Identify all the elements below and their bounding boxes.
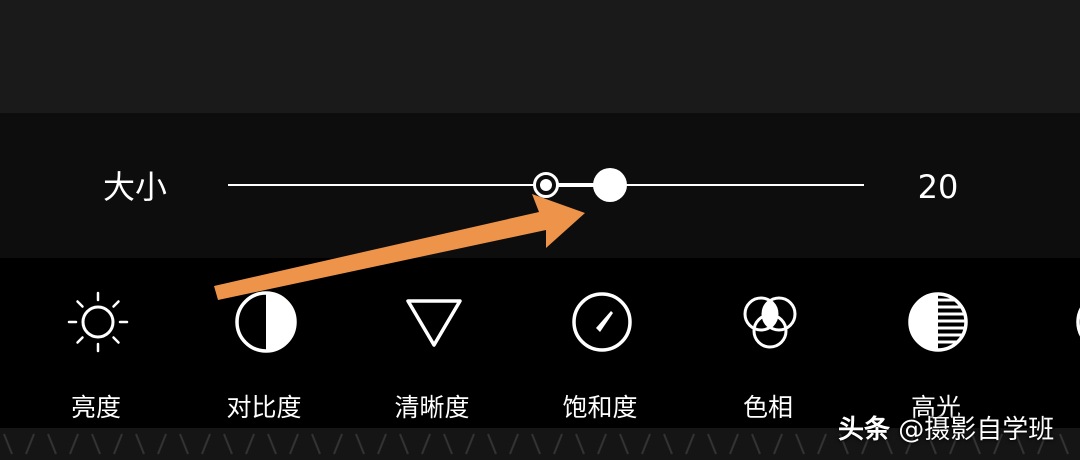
tool-next-partial-frame	[1040, 258, 1080, 386]
photo-editor-screen: 大小 20 亮度 对比度 清晰度 饱和度 色相 高光 头条 @摄影自学班	[0, 0, 1080, 460]
tool-clarity-frame	[368, 258, 496, 386]
slider-value: 20	[917, 168, 959, 206]
highlights-icon	[908, 292, 968, 352]
tool-brightness-frame	[32, 258, 160, 386]
tool-saturation[interactable]: 饱和度	[525, 258, 675, 428]
tool-highlights-frame	[872, 258, 1000, 386]
adjustment-toolbar: 亮度 对比度 清晰度 饱和度 色相 高光	[0, 258, 1080, 428]
tool-clarity-label: 清晰度	[394, 393, 470, 422]
slider-origin-marker	[533, 172, 559, 198]
tool-clarity[interactable]: 清晰度	[357, 258, 507, 428]
tool-contrast[interactable]: 对比度	[189, 258, 339, 428]
tool-brightness[interactable]: 亮度	[21, 258, 171, 428]
size-slider-panel: 大小 20	[0, 113, 1080, 258]
sun-icon	[67, 291, 129, 353]
size-slider[interactable]	[228, 168, 864, 202]
watermark: 头条 @摄影自学班	[838, 411, 1054, 449]
tool-brightness-label: 亮度	[70, 393, 121, 422]
tool-contrast-label: 对比度	[226, 393, 302, 422]
tool-next-partial[interactable]	[1029, 258, 1080, 428]
color-circles-icon	[743, 296, 797, 349]
contrast-icon	[235, 291, 297, 353]
tool-hue-frame	[704, 258, 832, 386]
triangle-down-icon	[406, 299, 462, 347]
tool-contrast-frame	[200, 258, 328, 386]
image-preview-area	[0, 0, 1080, 113]
partial-circle-icon	[1076, 307, 1080, 337]
slider-label: 大小	[103, 168, 168, 206]
watermark-handle: @摄影自学班	[898, 415, 1055, 445]
gauge-icon	[572, 292, 632, 352]
tool-hue-label: 色相	[742, 393, 793, 422]
watermark-brand: 头条	[838, 415, 891, 445]
slider-thumb[interactable]	[592, 168, 627, 202]
tool-saturation-label: 饱和度	[562, 393, 638, 422]
tool-hue[interactable]: 色相	[693, 258, 843, 428]
tool-highlights[interactable]: 高光	[861, 258, 1011, 428]
tool-saturation-frame	[536, 258, 664, 386]
